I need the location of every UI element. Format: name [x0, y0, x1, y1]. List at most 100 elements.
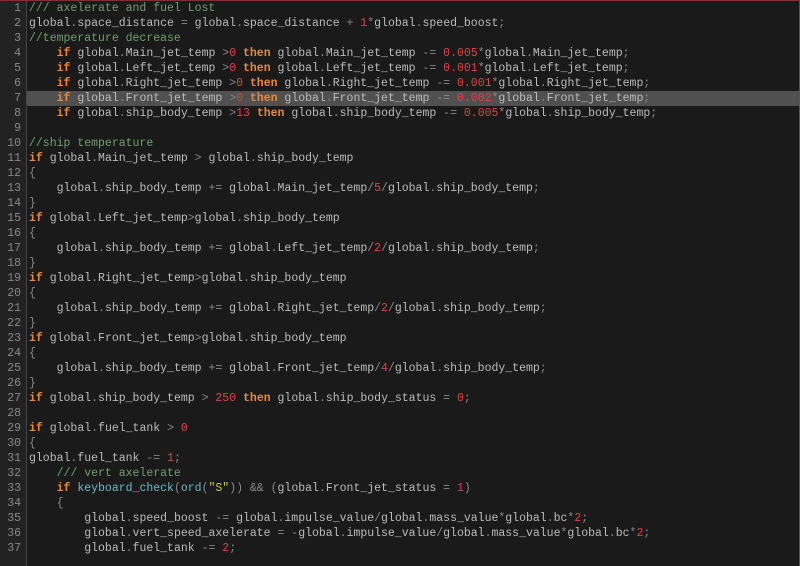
- token-o: -=: [195, 542, 223, 555]
- token-v: space_distance: [243, 17, 340, 30]
- token-o: [43, 392, 50, 405]
- token-o: .: [243, 332, 250, 345]
- token-v: global: [208, 152, 249, 165]
- token-o: -=: [139, 452, 167, 465]
- line-number: 22: [3, 316, 21, 331]
- token-v: global: [77, 107, 118, 120]
- code-line[interactable]: global.vert_speed_axelerate = -global.im…: [27, 526, 799, 541]
- token-n: 1: [167, 452, 174, 465]
- line-number: 31: [3, 451, 21, 466]
- token-o: .: [526, 62, 533, 75]
- token-v: global: [485, 47, 526, 60]
- code-line[interactable]: if global.Main_jet_temp >0 then global.M…: [27, 46, 799, 61]
- code-line[interactable]: global.fuel_tank -= 2;: [27, 541, 799, 556]
- code-line[interactable]: [27, 121, 799, 136]
- code-line[interactable]: //temperature decrease: [27, 31, 799, 46]
- code-editor[interactable]: 1234567891011121314151617181920212223242…: [0, 0, 800, 566]
- token-o: .: [98, 182, 105, 195]
- line-number: 4: [3, 46, 21, 61]
- code-line[interactable]: }: [27, 256, 799, 271]
- code-line[interactable]: global.ship_body_temp += global.Left_jet…: [27, 241, 799, 256]
- token-v: global: [57, 362, 98, 375]
- token-s: "S": [208, 482, 229, 495]
- code-line[interactable]: {: [27, 496, 799, 511]
- code-line[interactable]: /// axelerate and fuel Lost: [27, 1, 799, 16]
- code-line[interactable]: {: [27, 346, 799, 361]
- code-line[interactable]: if global.Front_jet_temp >0 then global.…: [27, 91, 799, 106]
- token-v: global: [229, 302, 270, 315]
- token-v: global: [229, 242, 270, 255]
- code-line[interactable]: //ship temperature: [27, 136, 799, 151]
- code-line[interactable]: if global.Left_jet_temp >0 then global.L…: [27, 61, 799, 76]
- code-line[interactable]: global.space_distance = global.space_dis…: [27, 16, 799, 31]
- code-area[interactable]: /// axelerate and fuel Lostglobal.space_…: [27, 1, 799, 566]
- token-o: .: [540, 92, 547, 105]
- code-line[interactable]: {: [27, 166, 799, 181]
- token-n: 5: [374, 182, 381, 195]
- code-line[interactable]: if global.Right_jet_temp>global.ship_bod…: [27, 271, 799, 286]
- line-number-gutter: 1234567891011121314151617181920212223242…: [0, 1, 27, 566]
- code-line[interactable]: /// vert axelerate: [27, 466, 799, 481]
- token-v: global: [57, 242, 98, 255]
- token-v: global: [84, 527, 125, 540]
- token-o: .: [119, 62, 126, 75]
- code-line[interactable]: if global.ship_body_temp > 250 then glob…: [27, 391, 799, 406]
- token-o: .: [91, 332, 98, 345]
- code-line[interactable]: global.ship_body_temp += global.Right_je…: [27, 301, 799, 316]
- token-v: global: [278, 62, 319, 75]
- code-line[interactable]: if global.ship_body_temp >13 then global…: [27, 106, 799, 121]
- token-o: .: [91, 392, 98, 405]
- code-line[interactable]: global.fuel_tank -= 1;: [27, 451, 799, 466]
- token-n: 0.005: [464, 107, 499, 120]
- code-line[interactable]: global.ship_body_temp += global.Main_jet…: [27, 181, 799, 196]
- token-v: global: [202, 332, 243, 345]
- token-v: Right_jet_temp: [98, 272, 195, 285]
- token-v: ship_body_temp: [554, 107, 651, 120]
- token-o: [29, 62, 57, 75]
- token-v: global: [388, 182, 429, 195]
- code-line[interactable]: }: [27, 376, 799, 391]
- token-o: [236, 47, 243, 60]
- token-o: [29, 242, 57, 255]
- token-v: bc: [616, 527, 630, 540]
- token-o: [243, 92, 250, 105]
- token-o: .: [98, 242, 105, 255]
- token-n: 0.005: [443, 47, 478, 60]
- token-o: ;: [581, 512, 588, 525]
- token-o: >: [195, 392, 216, 405]
- token-b: {: [29, 347, 36, 360]
- token-o: >: [222, 92, 236, 105]
- code-line[interactable]: if global.Front_jet_temp>global.ship_bod…: [27, 331, 799, 346]
- token-v: Front_jet_temp: [278, 362, 375, 375]
- token-o: [43, 422, 50, 435]
- token-o: .: [271, 362, 278, 375]
- token-o: )) && (: [229, 482, 277, 495]
- token-o: .: [540, 77, 547, 90]
- code-line[interactable]: global.speed_boost -= global.impulse_val…: [27, 511, 799, 526]
- code-line[interactable]: if global.Right_jet_temp >0 then global.…: [27, 76, 799, 91]
- code-line[interactable]: if global.Main_jet_temp > global.ship_bo…: [27, 151, 799, 166]
- code-line[interactable]: global.ship_body_temp += global.Front_je…: [27, 361, 799, 376]
- code-line[interactable]: if global.Left_jet_temp>global.ship_body…: [27, 211, 799, 226]
- token-v: Front_jet_status: [326, 482, 436, 495]
- code-line[interactable]: {: [27, 226, 799, 241]
- line-number: 32: [3, 466, 21, 481]
- code-line[interactable]: if global.fuel_tank > 0: [27, 421, 799, 436]
- code-line[interactable]: }: [27, 196, 799, 211]
- token-o: [29, 182, 57, 195]
- code-line[interactable]: if keyboard_check(ord("S")) && (global.F…: [27, 481, 799, 496]
- code-line[interactable]: {: [27, 436, 799, 451]
- code-line[interactable]: }: [27, 316, 799, 331]
- token-o: [29, 362, 57, 375]
- token-kw: if: [29, 392, 43, 405]
- code-line[interactable]: {: [27, 286, 799, 301]
- token-o: .: [609, 527, 616, 540]
- token-o: .: [126, 542, 133, 555]
- code-line[interactable]: [27, 406, 799, 421]
- token-v: global: [229, 362, 270, 375]
- token-v: global: [278, 482, 319, 495]
- token-o: ;: [229, 542, 236, 555]
- token-o: >: [195, 272, 202, 285]
- token-o: /: [374, 512, 381, 525]
- token-o: .: [119, 92, 126, 105]
